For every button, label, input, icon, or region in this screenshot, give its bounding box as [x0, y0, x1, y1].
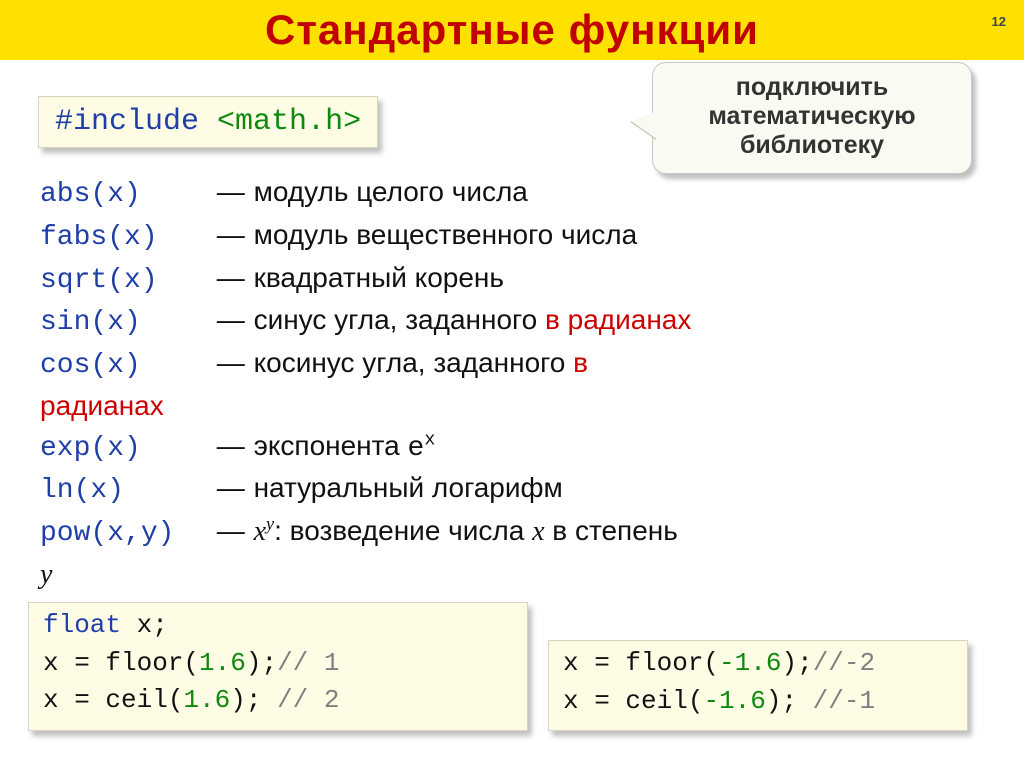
- kw-float: float: [43, 610, 121, 640]
- func-cos: cos(x): [40, 346, 208, 386]
- eq2: =: [59, 685, 106, 715]
- eqr1: =: [579, 648, 626, 678]
- exp-sup: x: [424, 430, 435, 450]
- desc-sin-pre: синус угла, заданного: [254, 304, 545, 335]
- lhs-xr2: x: [563, 686, 579, 716]
- page-title: Стандартные функции: [265, 6, 759, 54]
- desc-abs: модуль целого числа: [254, 176, 528, 207]
- row-exp: exp(x) — экспонента ex: [40, 426, 970, 469]
- eq1: =: [59, 648, 106, 678]
- dash: —: [216, 172, 246, 212]
- call-ceil1: ceil(: [105, 685, 183, 715]
- eqr2: =: [579, 686, 626, 716]
- desc-cos-red-inline: в: [573, 347, 588, 378]
- func-fabs: fabs(x): [40, 218, 208, 258]
- lit-1-6b: 1.6: [183, 685, 230, 715]
- close2: );: [230, 685, 277, 715]
- pow-mid: : возведение числа: [274, 515, 532, 546]
- close1: );: [246, 648, 277, 678]
- title-bar: Стандартные функции 12: [0, 0, 1024, 60]
- pow-var-x: x: [532, 516, 544, 547]
- callout-bubble: подключить математическую библиотеку: [652, 62, 972, 174]
- row-ln: ln(x) — натуральный логарифм: [40, 468, 970, 511]
- callout-line3: библиотеку: [740, 131, 884, 159]
- row-abs: abs(x) — модуль целого числа: [40, 172, 970, 215]
- cmt-1: // 1: [277, 648, 339, 678]
- cmt-neg2: //-2: [813, 648, 875, 678]
- callout-tail-icon: [631, 111, 657, 139]
- row-fabs: fabs(x) — модуль вещественного числа: [40, 215, 970, 258]
- desc-exp: экспонента: [254, 430, 408, 461]
- desc-sin-red: в радианах: [545, 304, 691, 335]
- code-right-line1: x = floor(-1.6);//-2: [563, 645, 953, 683]
- cmt-neg1: //-1: [813, 686, 875, 716]
- dash: —: [216, 300, 246, 340]
- row-cos: cos(x) — косинус угла, заданного в радиа…: [40, 343, 970, 426]
- include-directive: #include: [55, 105, 199, 139]
- desc-cos-red-wrap: радианах: [40, 390, 164, 421]
- closer1: );: [781, 648, 812, 678]
- dash: —: [216, 511, 246, 551]
- call-ceil2: ceil(: [625, 686, 703, 716]
- desc-sqrt: квадратный корень: [254, 262, 504, 293]
- callout-line1: подключить: [736, 73, 889, 101]
- code-left-line3: x = ceil(1.6); // 2: [43, 682, 513, 720]
- desc-cos-pre: косинус угла, заданного: [254, 347, 574, 378]
- page-number: 12: [992, 14, 1006, 29]
- lit-neg16b: -1.6: [703, 686, 765, 716]
- dash: —: [216, 343, 246, 383]
- code-left-line1: float x;: [43, 607, 513, 645]
- func-pow: pow(x,y): [40, 514, 208, 554]
- row-sin: sin(x) — синус угла, заданного в радиана…: [40, 300, 970, 343]
- pow-base: x: [254, 516, 266, 547]
- call-floor2: floor(: [625, 648, 719, 678]
- dash: —: [216, 258, 246, 298]
- pow-sup: y: [266, 514, 274, 534]
- include-header: <math.h>: [217, 105, 361, 139]
- func-abs: abs(x): [40, 175, 208, 215]
- callout-text: подключить математическую библиотеку: [671, 73, 953, 159]
- lit-1-6: 1.6: [199, 648, 246, 678]
- lit-neg16: -1.6: [719, 648, 781, 678]
- lhs-x2: x: [43, 685, 59, 715]
- code-box-right: x = floor(-1.6);//-2 x = ceil(-1.6); //-…: [548, 640, 968, 731]
- exp-e: e: [408, 433, 425, 464]
- call-floor1: floor(: [105, 648, 199, 678]
- cmt-2: // 2: [277, 685, 339, 715]
- func-ln: ln(x): [40, 471, 208, 511]
- func-exp: exp(x): [40, 429, 208, 469]
- func-sin: sin(x): [40, 303, 208, 343]
- lhs-xr1: x: [563, 648, 579, 678]
- row-sqrt: sqrt(x) — квадратный корень: [40, 258, 970, 301]
- include-box: #include <math.h>: [38, 96, 378, 148]
- callout-line2: математическую: [708, 102, 915, 130]
- dash: —: [216, 215, 246, 255]
- dash: —: [216, 426, 246, 466]
- lhs-x1: x: [43, 648, 59, 678]
- func-sqrt: sqrt(x): [40, 261, 208, 301]
- pow-var-y: y: [40, 559, 52, 590]
- code-box-left: float x; x = floor(1.6);// 1 x = ceil(1.…: [28, 602, 528, 731]
- desc-ln: натуральный логарифм: [254, 472, 563, 503]
- pow-end: в степень: [545, 515, 678, 546]
- code-right-line2: x = ceil(-1.6); //-1: [563, 683, 953, 721]
- desc-fabs: модуль вещественного числа: [254, 219, 638, 250]
- code-left-line2: x = floor(1.6);// 1: [43, 645, 513, 683]
- dash: —: [216, 468, 246, 508]
- closer2: );: [766, 686, 813, 716]
- row-pow: pow(x,y) — xy: возведение числа x в степ…: [40, 511, 970, 595]
- var-x-decl: x;: [121, 610, 168, 640]
